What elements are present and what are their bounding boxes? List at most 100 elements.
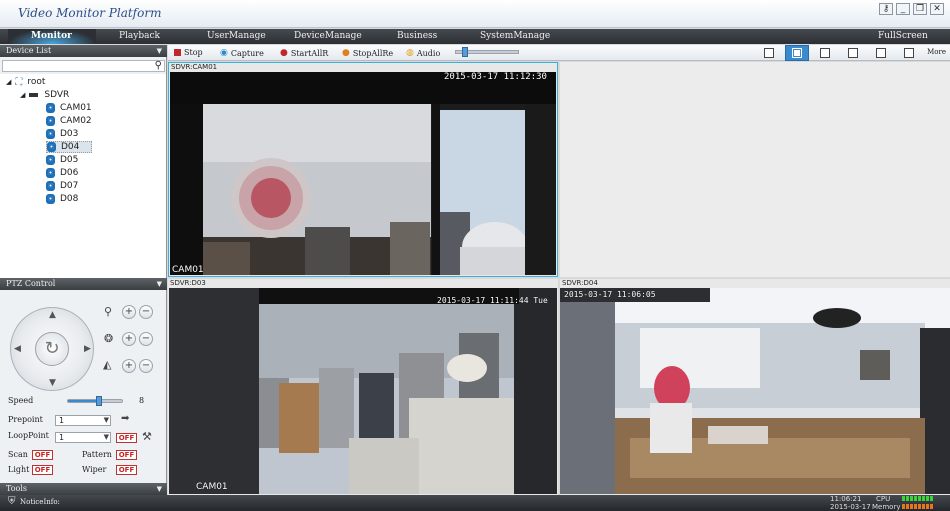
- video-pane-3[interactable]: SDVR:D03 2015-03-17 11:11:44 Tue CAM01: [168, 279, 558, 495]
- close-icon[interactable]: ✕: [930, 3, 944, 15]
- prepoint-select[interactable]: 1 ▼: [55, 415, 111, 426]
- meter-segment: [910, 496, 913, 501]
- tree-root[interactable]: ◢ ⛶ root: [6, 76, 45, 88]
- zoom-out-button[interactable]: −: [139, 305, 153, 319]
- tree-item-d08[interactable]: D08: [46, 193, 78, 205]
- device-list-header[interactable]: Device List ▼: [0, 45, 167, 57]
- tools-header[interactable]: Tools ▼: [0, 483, 167, 495]
- focus-out-button[interactable]: −: [139, 332, 153, 346]
- video-feed[interactable]: 2015-03-17 11:11:44 Tue CAM01: [169, 288, 557, 494]
- tools-icon[interactable]: ⚒: [142, 430, 152, 443]
- scan-toggle[interactable]: OFF: [32, 450, 53, 460]
- auto-rotate-icon[interactable]: ↻: [35, 332, 69, 366]
- tree-item-d04[interactable]: D04: [46, 141, 92, 153]
- network-icon: ⛶: [15, 76, 23, 88]
- tree-group[interactable]: ◢ SDVR: [20, 89, 69, 101]
- restore-icon[interactable]: ❐: [913, 3, 927, 15]
- stop-record-icon: ●: [342, 48, 350, 58]
- meter-segment: [918, 504, 921, 509]
- loop-toggle[interactable]: OFF: [116, 433, 137, 443]
- device-search-input[interactable]: ⚲: [2, 60, 165, 72]
- menu-devicemanage[interactable]: DeviceManage: [294, 31, 362, 41]
- speed-slider-fill: [68, 400, 99, 402]
- left-arrow-icon[interactable]: ◀: [14, 344, 21, 354]
- video-pane-1[interactable]: SDVR:CAM01 2015-03-17 11:12:30 CAM01: [168, 62, 558, 277]
- camera-icon: [46, 181, 55, 191]
- menu-playback[interactable]: Playback: [119, 31, 160, 41]
- looppoint-select[interactable]: 1 ▼: [55, 432, 111, 443]
- speed-slider[interactable]: [67, 396, 123, 406]
- menu-business[interactable]: Business: [397, 31, 437, 41]
- video-camera-name: CAM01: [196, 482, 228, 492]
- start-all-record-button[interactable]: ● StartAllR: [280, 48, 328, 58]
- layout-9-button[interactable]: [813, 45, 837, 61]
- capture-button[interactable]: ◉ Capture: [220, 48, 264, 58]
- menu-usermanage[interactable]: UserManage: [207, 31, 266, 41]
- stop-all-record-button[interactable]: ● StopAllRe: [342, 48, 393, 58]
- video-frame-image: [560, 288, 950, 494]
- speed-slider-thumb[interactable]: [95, 396, 102, 406]
- tree-item-label: CAM01: [60, 103, 92, 113]
- layout-4-button[interactable]: [785, 45, 809, 61]
- menu-monitor[interactable]: Monitor: [31, 31, 72, 41]
- speed-label: Speed: [8, 396, 34, 405]
- volume-thumb[interactable]: [462, 47, 469, 57]
- video-pane-4[interactable]: SDVR:D04 2015-03-17 11:06:05: [560, 279, 950, 495]
- audio-button[interactable]: ◍ Audio: [406, 48, 440, 58]
- audio-volume-slider[interactable]: [455, 47, 519, 57]
- tree-item-d07[interactable]: D07: [46, 180, 78, 192]
- meter-segment: [902, 504, 905, 509]
- goto-arrow-icon[interactable]: ➡: [121, 413, 129, 424]
- video-frame-image: [170, 72, 556, 275]
- video-pane-2[interactable]: [560, 62, 950, 277]
- zoom-in-button[interactable]: +: [122, 305, 136, 319]
- video-feed[interactable]: 2015-03-17 11:12:30 CAM01: [170, 72, 556, 275]
- stop-button[interactable]: Stop: [174, 48, 203, 57]
- video-camera-name: CAM01: [172, 265, 204, 275]
- layout-25-icon: [904, 48, 914, 58]
- device-tree: ◢ ⛶ root ◢ SDVR CAM01 CAM02 D03 D04 D05 …: [0, 74, 166, 279]
- layout-1-button[interactable]: [757, 45, 781, 61]
- chevron-down-icon: ▼: [103, 416, 109, 424]
- menu-systemmanage[interactable]: SystemManage: [480, 31, 550, 41]
- layout-16-button[interactable]: [869, 45, 893, 61]
- tree-item-label: D04: [61, 142, 80, 152]
- dvr-icon: [29, 93, 39, 97]
- iris-close-button[interactable]: −: [139, 359, 153, 373]
- iris-open-button[interactable]: +: [122, 359, 136, 373]
- layout-single-icon: [764, 48, 774, 58]
- ptz-direction-pad[interactable]: ▲ ▼ ◀ ▶ ↻: [10, 307, 94, 391]
- key-icon[interactable]: ⚷: [879, 3, 893, 15]
- video-feed[interactable]: 2015-03-17 11:06:05: [560, 288, 950, 494]
- pattern-toggle[interactable]: OFF: [116, 450, 137, 460]
- tree-item-cam01[interactable]: CAM01: [46, 102, 92, 114]
- pane-label: SDVR:D04: [562, 279, 598, 287]
- layout-6-button[interactable]: [841, 45, 865, 61]
- ptz-header[interactable]: PTZ Control ▼: [0, 278, 167, 290]
- menu-fullscreen[interactable]: FullScreen: [878, 31, 928, 41]
- more-button[interactable]: More: [927, 48, 946, 56]
- tree-item-d03[interactable]: D03: [46, 128, 78, 140]
- tree-item-d06[interactable]: D06: [46, 167, 78, 179]
- collapse-icon[interactable]: ▼: [157, 483, 162, 495]
- collapse-icon[interactable]: ▼: [157, 45, 162, 57]
- collapse-icon[interactable]: ▼: [157, 278, 162, 290]
- down-arrow-icon[interactable]: ▼: [49, 378, 56, 388]
- search-icon[interactable]: ⚲: [155, 60, 162, 71]
- light-toggle[interactable]: OFF: [32, 465, 53, 475]
- up-arrow-icon[interactable]: ▲: [49, 310, 56, 320]
- right-arrow-icon[interactable]: ▶: [84, 344, 91, 354]
- expand-icon[interactable]: ◢: [6, 78, 11, 86]
- pane-label: SDVR:D03: [170, 279, 206, 287]
- meter-segment: [910, 504, 913, 509]
- focus-in-button[interactable]: +: [122, 332, 136, 346]
- tree-item-cam02[interactable]: CAM02: [46, 115, 92, 127]
- meter-segment: [914, 496, 917, 501]
- tools-title: Tools: [6, 484, 28, 493]
- expand-icon[interactable]: ◢: [20, 91, 25, 99]
- wiper-toggle[interactable]: OFF: [116, 465, 137, 475]
- meter-segment: [906, 496, 909, 501]
- tree-item-d05[interactable]: D05: [46, 154, 78, 166]
- minimize-icon[interactable]: _: [896, 3, 910, 15]
- layout-25-button[interactable]: [897, 45, 921, 61]
